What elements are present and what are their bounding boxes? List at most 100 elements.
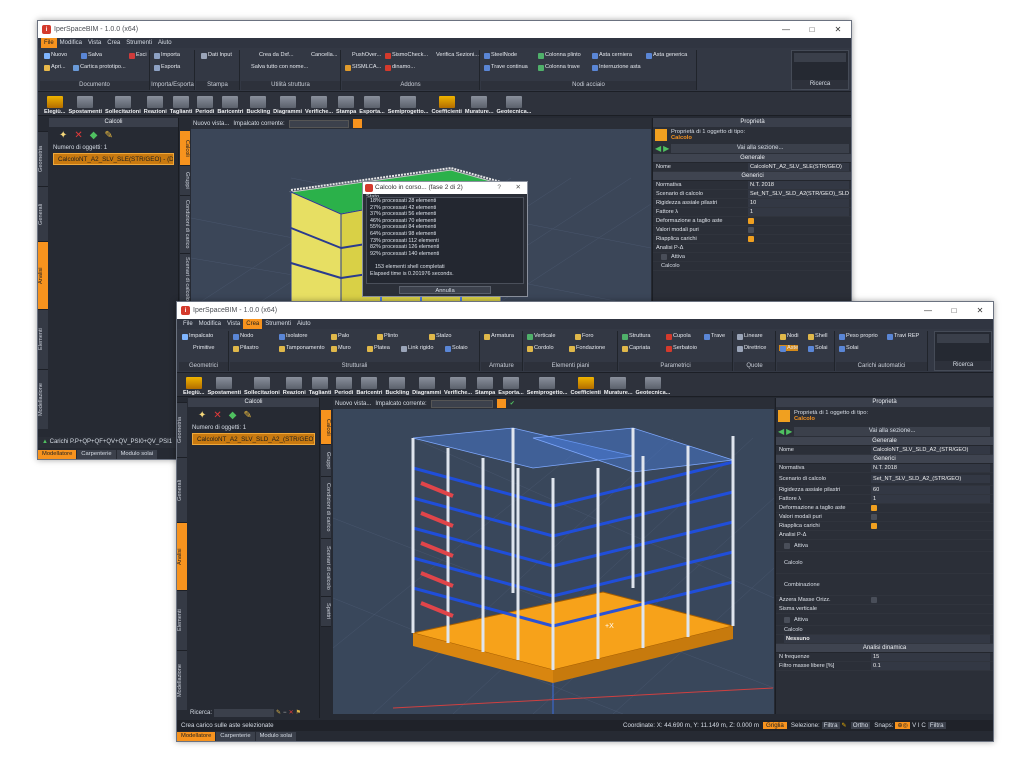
checkbox[interactable]	[748, 236, 754, 242]
tool-sollecitazioni[interactable]: Sollecitazioni	[244, 377, 280, 396]
tool-murature[interactable]: Murature...	[604, 377, 633, 396]
travi-rep-button[interactable]: Travi REP	[886, 333, 919, 340]
isolatore-button[interactable]: Isolatore	[278, 333, 307, 340]
primitive-button[interactable]: Primitive	[185, 345, 214, 351]
tool-baricentri[interactable]: Baricentri	[356, 377, 382, 396]
vtab-geometria[interactable]: Geometria	[177, 402, 187, 457]
interruzione-asta-button[interactable]: Interruzione asta	[591, 64, 641, 71]
prop-value[interactable]: 0.1	[871, 662, 990, 670]
tool-diagrammi[interactable]: Diagrammi	[273, 96, 302, 115]
delete-icon[interactable]: ✕	[74, 130, 82, 142]
tool-esporta[interactable]: Esporta...	[359, 96, 385, 115]
tool-baricentri[interactable]: Baricentri	[217, 96, 243, 115]
checkbox[interactable]	[784, 616, 790, 623]
asta-cerniera-button[interactable]: Asta cerniera	[591, 52, 632, 59]
up-arrow-icon[interactable]: ▲	[42, 439, 48, 445]
menu-modifica[interactable]: Modifica	[57, 38, 85, 48]
filter-icon[interactable]: ⚑	[296, 709, 301, 716]
wrench-icon[interactable]: ✎	[842, 722, 847, 729]
tamponamento-button[interactable]: Tamponamento	[278, 345, 325, 352]
tool-periodi[interactable]: Periodi	[195, 96, 214, 115]
sismlca-button[interactable]: SISMLCA...	[344, 64, 381, 71]
prop-value[interactable]: 15	[871, 653, 990, 661]
vtab-elementi[interactable]: Elementi	[38, 309, 48, 369]
checkbox[interactable]	[871, 597, 877, 603]
shell-button[interactable]: Shell	[807, 333, 827, 340]
delete-icon[interactable]: ✕	[213, 410, 221, 422]
checkbox[interactable]	[748, 227, 754, 233]
impalcato-button[interactable]: Impalcato	[181, 333, 213, 340]
aste-button[interactable]: Aste	[779, 345, 799, 352]
nodo-button[interactable]: Nodo	[232, 333, 253, 340]
prop-value[interactable]: CalcoloNT_A2_SLV_SLE(STR/GEO)	[748, 163, 849, 171]
vtab-generali[interactable]: Generali	[38, 186, 48, 241]
filter-button[interactable]: Filtra	[821, 722, 840, 729]
plinto-button[interactable]: Plinto	[376, 333, 398, 340]
snap-filter-button[interactable]: Filtra	[927, 722, 946, 729]
prop-value[interactable]: CalcoloNT_SLV_SLD_A2_(STR/GEO)	[871, 446, 990, 454]
clear-icon[interactable]: ✕	[289, 709, 294, 716]
vtab-condizioni[interactable]: Condizioni di carico	[180, 196, 190, 254]
back-icon[interactable]: ◀	[778, 427, 784, 436]
palo-button[interactable]: Palo	[330, 333, 349, 340]
vtab-generali[interactable]: Generali	[177, 457, 187, 522]
minimize-icon[interactable]: —	[773, 21, 799, 38]
save-button[interactable]: Salva	[80, 52, 102, 59]
pushover-button[interactable]: PushOver...	[344, 52, 381, 58]
checkbox[interactable]	[871, 523, 877, 529]
add-icon[interactable]: ✦	[59, 130, 67, 142]
create-from-dxf-button[interactable]: Crea da Dxf...	[251, 52, 294, 58]
duplicate-icon[interactable]: ◆	[229, 410, 237, 422]
lineare-button[interactable]: Lineare	[736, 333, 763, 340]
minimize-icon[interactable]: —	[915, 302, 941, 319]
forward-icon[interactable]: ▶	[786, 427, 792, 436]
menu-aiuto[interactable]: Aiuto	[155, 38, 175, 48]
list-item[interactable]: CalcoloNT_A2_SLV_SLE(STR/GEO) - (D	[53, 153, 174, 165]
delete-button[interactable]: Cancella...	[303, 52, 337, 58]
peso-proprio-button[interactable]: Peso proprio	[838, 333, 878, 340]
menu-aiuto[interactable]: Aiuto	[294, 319, 314, 329]
goto-section-button[interactable]: Vai alla sezione...	[794, 426, 990, 436]
tab-modellatore[interactable]: Modellatore	[38, 450, 77, 459]
prop-value[interactable]: Set_NT_SLV_SLD_A2(STR/GEO)_SLD	[748, 190, 849, 198]
ortho-toggle[interactable]: Ortho	[850, 722, 871, 729]
search-input[interactable]	[937, 334, 989, 343]
pilastro-button[interactable]: Pilastro	[232, 345, 259, 352]
snap-icons[interactable]: ⊕◎	[895, 722, 911, 729]
vtab-analisi[interactable]: Analisi	[177, 522, 187, 590]
vtab-elementi[interactable]: Elementi	[177, 590, 187, 650]
tool-spostamenti[interactable]: Spostamenti	[207, 377, 241, 396]
vtab-gruppi[interactable]: Gruppi	[321, 445, 331, 477]
tool-verifiche[interactable]: Verifiche...	[444, 377, 472, 396]
tab-modellatore[interactable]: Modellatore	[177, 732, 216, 741]
armatura-button[interactable]: Armatura	[483, 333, 514, 340]
tool-semiprogetto[interactable]: Semiprogetto...	[527, 377, 567, 396]
prop-value[interactable]: 1	[748, 208, 849, 216]
duplicate-icon[interactable]: ◆	[90, 130, 98, 142]
menu-strumenti[interactable]: Strumenti	[123, 38, 155, 48]
menu-file[interactable]: File	[180, 319, 196, 329]
load-prototype-button[interactable]: Cartica prototipo...	[72, 64, 126, 71]
prop-value[interactable]: 1	[871, 495, 990, 503]
maximize-icon[interactable]: □	[941, 302, 967, 319]
colonna-trave-button[interactable]: Colonna trave	[537, 64, 580, 71]
dinamo-button[interactable]: dinamo...	[384, 64, 415, 71]
menu-vista[interactable]: Vista	[224, 319, 243, 329]
trave-continua-button[interactable]: Trave continua	[483, 64, 528, 71]
forward-icon[interactable]: ▶	[663, 144, 669, 153]
tool-stampa[interactable]: Stampa	[336, 96, 356, 115]
close-icon[interactable]: ✕	[825, 21, 851, 38]
capriata-button[interactable]: Capriata	[621, 345, 650, 352]
tool-buckling[interactable]: Buckling	[246, 96, 270, 115]
menu-strumenti[interactable]: Strumenti	[262, 319, 294, 329]
link-rigido-button[interactable]: Link rigido	[400, 345, 434, 352]
menu-vista[interactable]: Vista	[85, 38, 104, 48]
struttura-button[interactable]: Struttura	[621, 333, 650, 340]
tool-stampa[interactable]: Stampa	[475, 377, 495, 396]
help-icon[interactable]: ?	[497, 182, 501, 194]
cordolo-button[interactable]: Cordolo	[526, 345, 554, 352]
tool-sollecitazioni[interactable]: Sollecitazioni	[105, 96, 141, 115]
tool-murature[interactable]: Murature...	[465, 96, 494, 115]
input-data-button[interactable]: Dati Input	[200, 52, 232, 59]
vtab-scenari[interactable]: Scenari di calcolo	[321, 539, 331, 597]
